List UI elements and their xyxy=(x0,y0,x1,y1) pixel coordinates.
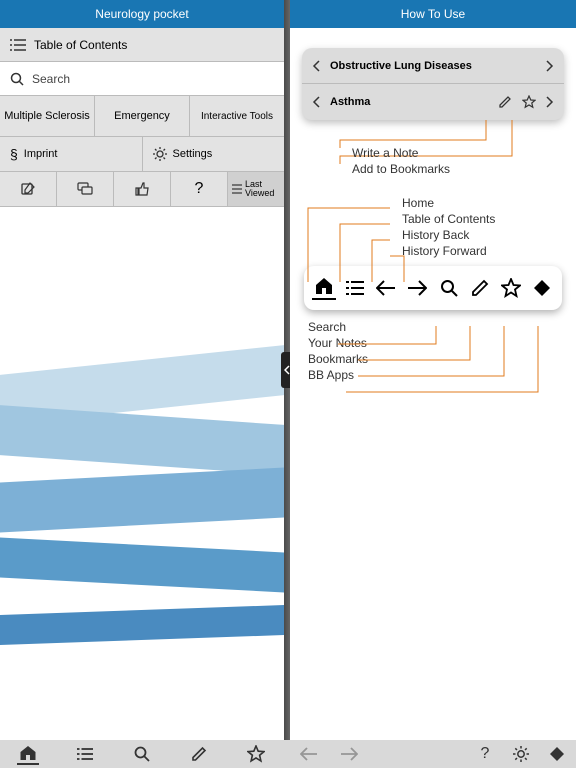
question-icon[interactable]: ? xyxy=(474,743,496,765)
diamond-icon[interactable] xyxy=(530,276,554,300)
nav-current-row[interactable]: Asthma xyxy=(302,84,564,120)
question-icon: ? xyxy=(195,180,204,198)
callout-search: Search xyxy=(308,320,564,336)
callout-back: History Back xyxy=(402,228,564,244)
list-icon[interactable] xyxy=(74,743,96,765)
bottom-toolbar: ? xyxy=(0,740,576,768)
callout-forward: History Forward xyxy=(402,244,564,260)
search-label: Search xyxy=(32,72,70,86)
thumbs-up-icon xyxy=(134,181,150,197)
home-icon[interactable] xyxy=(17,743,39,765)
toc-label: Table of Contents xyxy=(34,38,127,52)
chevron-left-icon xyxy=(312,60,320,72)
toolbar-example xyxy=(304,266,562,310)
callout-add-bookmark: Add to Bookmarks xyxy=(352,162,564,178)
btn-chat[interactable] xyxy=(57,172,114,206)
nav-parent-label: Obstructive Lung Diseases xyxy=(330,60,546,72)
chat-icon xyxy=(77,182,93,196)
arrow-left-icon[interactable] xyxy=(374,276,398,300)
pencil-icon[interactable] xyxy=(468,276,492,300)
pencil-icon[interactable] xyxy=(498,95,512,109)
btn-multiple-sclerosis[interactable]: Multiple Sclerosis xyxy=(0,96,95,136)
diamond-icon[interactable] xyxy=(546,743,568,765)
arrow-left-icon[interactable] xyxy=(298,743,320,765)
chevron-right-icon xyxy=(546,60,554,72)
callout-toc: Table of Contents xyxy=(402,212,564,228)
btn-help[interactable]: ? xyxy=(171,172,228,206)
search-icon xyxy=(10,72,24,86)
chevron-left-icon xyxy=(312,96,320,108)
chevron-right-icon xyxy=(546,96,554,108)
right-pane: How To Use Obstructive Lung Diseases Ast… xyxy=(290,0,576,740)
callout-notes: Your Notes xyxy=(308,336,564,352)
search-icon[interactable] xyxy=(131,743,153,765)
star-icon[interactable] xyxy=(499,276,523,300)
nav-parent-row[interactable]: Obstructive Lung Diseases xyxy=(302,48,564,84)
btn-settings[interactable]: Settings xyxy=(143,137,285,171)
star-icon[interactable] xyxy=(245,743,267,765)
btn-interactive-tools[interactable]: Interactive Tools xyxy=(190,96,284,136)
arrow-right-icon[interactable] xyxy=(405,276,429,300)
list-icon xyxy=(10,39,26,51)
star-icon[interactable] xyxy=(522,95,536,109)
btn-imprint[interactable]: § Imprint xyxy=(0,137,143,171)
callout-bbapps: BB Apps xyxy=(308,368,564,384)
right-header: How To Use xyxy=(290,0,576,28)
callout-home: Home xyxy=(402,196,564,212)
nav-example-box: Obstructive Lung Diseases Asthma xyxy=(302,48,564,120)
home-icon[interactable] xyxy=(312,276,336,300)
gear-icon xyxy=(153,147,167,161)
btn-compose[interactable] xyxy=(0,172,57,206)
callout-write-note: Write a Note xyxy=(352,146,564,162)
section-icon: § xyxy=(10,146,18,162)
compose-icon xyxy=(20,181,36,197)
gear-icon[interactable] xyxy=(510,743,532,765)
pencil-icon[interactable] xyxy=(188,743,210,765)
btn-emergency[interactable]: Emergency xyxy=(95,96,190,136)
list-icon[interactable] xyxy=(343,276,367,300)
btn-last-viewed[interactable]: Last Viewed xyxy=(228,172,284,206)
list-icon xyxy=(232,184,242,194)
toc-row[interactable]: Table of Contents xyxy=(0,28,284,62)
nav-current-label: Asthma xyxy=(330,96,498,108)
search-row[interactable]: Search xyxy=(0,62,284,96)
arrow-right-icon[interactable] xyxy=(338,743,360,765)
search-icon[interactable] xyxy=(437,276,461,300)
btn-like[interactable] xyxy=(114,172,171,206)
left-pane: Neurology pocket Table of Contents Searc… xyxy=(0,0,284,740)
background-bands xyxy=(0,300,284,740)
left-header: Neurology pocket xyxy=(0,0,284,28)
callout-bookmarks: Bookmarks xyxy=(308,352,564,368)
